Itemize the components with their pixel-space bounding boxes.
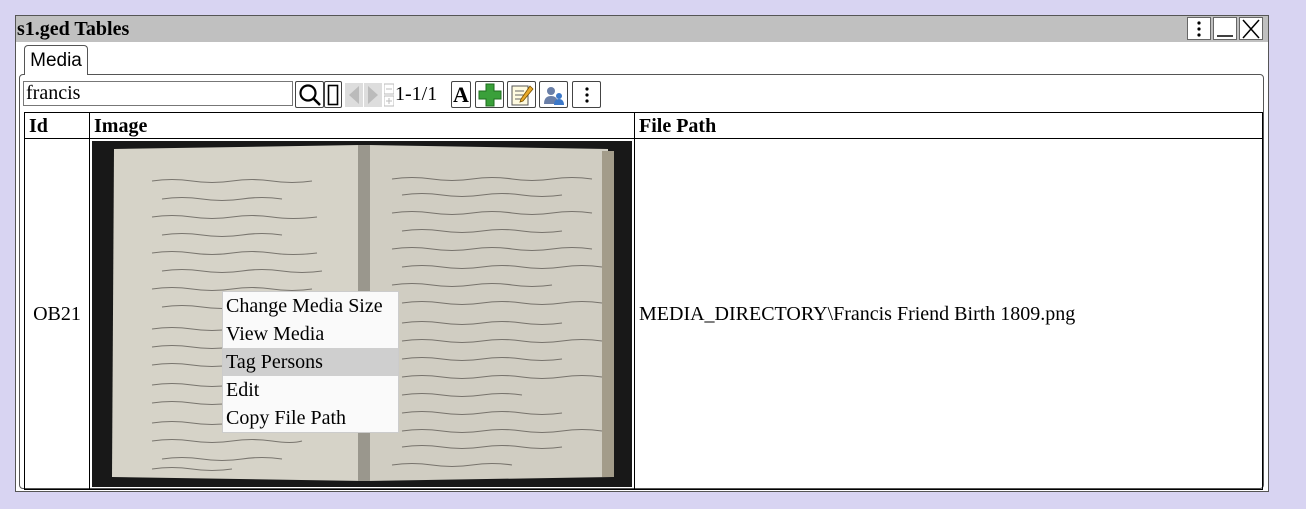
font-icon: A (453, 81, 469, 107)
menu-item-view-media[interactable]: View Media (223, 320, 398, 348)
page-stepper-icon (383, 83, 395, 107)
close-icon (1242, 19, 1260, 38)
add-button[interactable] (475, 81, 504, 108)
context-menu: Change Media Size View Media Tag Persons… (222, 291, 399, 433)
font-button[interactable]: A (451, 81, 471, 108)
cell-file-path: MEDIA_DIRECTORY\Francis Friend Birth 180… (634, 138, 1263, 490)
table-header-row: Id Image File Path (24, 112, 1263, 139)
next-page-button[interactable] (364, 83, 382, 112)
search-icon (298, 83, 321, 106)
record-count: 1-1/1 (395, 83, 438, 105)
vertical-dots-icon (1197, 20, 1201, 37)
column-header-file-path[interactable]: File Path (634, 112, 1263, 139)
tag-persons-button[interactable] (539, 81, 568, 108)
window-title: s1.ged Tables (17, 18, 130, 40)
prev-arrow-icon (345, 83, 363, 107)
window-menu-button[interactable] (1187, 17, 1211, 40)
title-bar[interactable]: s1.ged Tables (16, 16, 1268, 42)
search-button[interactable] (295, 81, 324, 108)
table-row[interactable]: OB21 MEDIA_DIRECTORY\Francis Friend Birt… (24, 138, 1263, 490)
more-menu-button[interactable] (572, 81, 601, 108)
edit-button[interactable] (507, 81, 536, 108)
column-header-id[interactable]: Id (24, 112, 90, 139)
tables-window: s1.ged Tables Media 1-1/1 A (15, 15, 1269, 492)
close-button[interactable] (1239, 17, 1263, 40)
menu-item-copy-file-path[interactable]: Copy File Path (223, 404, 398, 432)
minimize-button[interactable] (1213, 17, 1237, 40)
page-stepper[interactable] (383, 83, 395, 112)
media-panel: 1-1/1 A Id Image File Path OB21 (19, 74, 1264, 490)
tab-media[interactable]: Media (24, 45, 88, 75)
menu-item-change-media-size[interactable]: Change Media Size (223, 292, 398, 320)
search-input[interactable] (23, 81, 293, 106)
edit-icon (511, 84, 534, 105)
minimize-icon (1217, 34, 1233, 37)
clear-search-button[interactable] (324, 81, 342, 108)
menu-item-edit[interactable]: Edit (223, 376, 398, 404)
prev-page-button[interactable] (345, 83, 363, 112)
cell-id: OB21 (24, 138, 90, 490)
add-icon (478, 83, 501, 106)
next-arrow-icon (364, 83, 382, 107)
tag-persons-icon (543, 86, 564, 105)
menu-item-tag-persons[interactable]: Tag Persons (223, 348, 398, 376)
column-header-image[interactable]: Image (89, 112, 635, 139)
more-menu-icon (584, 86, 589, 103)
media-table: Id Image File Path OB21 MEDIA_DIRECTORY\… (24, 112, 1263, 490)
clear-search-icon (327, 84, 339, 105)
